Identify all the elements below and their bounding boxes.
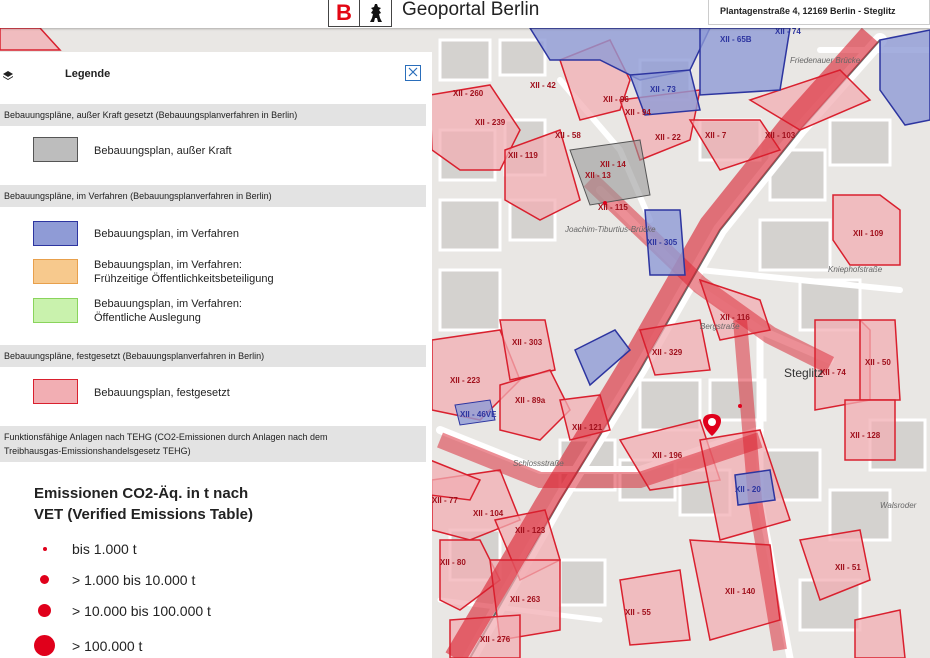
top-bar: B Geoportal Berlin Plantagenstraße 4, 12… — [0, 0, 930, 28]
map-plan-label: XII - 276 — [480, 635, 511, 644]
legend-panel: Legende Bebauungspläne, außer Kraft gese… — [0, 52, 432, 658]
map-plan-label: XII - 94 — [625, 108, 651, 117]
map-street-label: Schlossstraße — [513, 459, 564, 468]
legend-section-line: Funktionsfähige Anlagen nach TEHG (CO2-E… — [4, 432, 328, 442]
emission-class-label: > 10.000 bis 100.000 t — [72, 603, 211, 619]
map-plan-label: XII - 20 — [735, 485, 761, 494]
map-plan-label: XII - 13 — [585, 171, 611, 180]
map-street-label: Walsroder — [880, 501, 917, 510]
map-plan-label: XII - 223 — [450, 376, 481, 385]
map-plan-label: XII - 116 — [720, 313, 750, 322]
map-plan-label: XII - 123 — [515, 526, 546, 535]
map-plan-label: XII - 50 — [865, 358, 891, 367]
emission-class-label: > 1.000 bis 10.000 t — [72, 572, 196, 588]
legend-section-header: Funktionsfähige Anlagen nach TEHG (CO2-E… — [0, 426, 426, 462]
legend-swatch — [33, 221, 78, 246]
emission-dot-small — [43, 547, 47, 551]
map-plan-label: XII - 58 — [555, 131, 581, 140]
map-plan-label: XII - 140 — [725, 587, 756, 596]
map-street-label: Joachim-Tiburtius-Brücke — [564, 225, 656, 234]
legend-entry-label: Bebauungsplan, im Verfahren: Öffentliche… — [94, 297, 242, 325]
map-plan-label: XII - 260 — [453, 89, 484, 98]
legend-swatch — [33, 298, 78, 323]
close-icon — [408, 64, 418, 82]
map-plan-label: XII - 74 — [775, 27, 801, 36]
emission-dot-medium — [40, 575, 49, 584]
map-plan-label: XII - 109 — [853, 229, 884, 238]
map-street-label: Bergstraße — [700, 322, 740, 331]
legend-swatch — [33, 379, 78, 404]
map-plan-label: XII - 51 — [835, 563, 861, 572]
map-plan-label: XII - 263 — [510, 595, 541, 604]
emission-dot-xlarge — [34, 635, 55, 656]
map-plan-label: XII - 104 — [473, 509, 504, 518]
address-search[interactable]: Plantagenstraße 4, 12169 Berlin - Stegli… — [708, 0, 930, 25]
legend-title: Legende — [65, 68, 111, 80]
map-plan-label: XII - 80 — [440, 558, 466, 567]
portal-title: Geoportal Berlin — [402, 0, 540, 20]
map-plan-label: XII - 121 — [572, 423, 603, 432]
map-plan-label: XII - 42 — [530, 81, 556, 90]
map-plan-label: XII - 73 — [650, 85, 676, 94]
map-plan-label: XII - 65B — [720, 35, 752, 44]
map-street-label: Friedenauer Brücke — [790, 56, 861, 65]
emission-legend-title: Emissionen CO2-Äq. in t nach VET (Verifi… — [34, 483, 334, 525]
legend-entry-label: Bebauungsplan, festgesetzt — [94, 387, 230, 399]
map-plan-label: XII - 7 — [705, 131, 727, 140]
map-plan-label: XII - 46VE — [460, 410, 497, 419]
emission-class-label: > 100.000 t — [72, 638, 143, 654]
emission-class-label: bis 1.000 t — [72, 541, 137, 557]
legend-entry-label: Bebauungsplan, im Verfahren: Frühzeitige… — [94, 258, 274, 286]
legend-section-header: Bebauungspläne, festgesetzt (Bebauungspl… — [0, 345, 426, 367]
legend-section-header: Bebauungspläne, außer Kraft gesetzt (Beb… — [0, 104, 426, 126]
map-plan-label: XII - 74 — [820, 368, 846, 377]
berlin-logo[interactable]: B — [328, 0, 392, 27]
map-plan-label: XII - 77 — [432, 496, 458, 505]
close-button[interactable] — [405, 65, 421, 81]
map-plan-label: XII - 305 — [647, 238, 678, 247]
map-plan-label: XII - 119 — [508, 151, 538, 160]
berlin-bear-icon — [360, 0, 391, 26]
layers-icon — [3, 68, 13, 86]
map-plan-label: XII - 196 — [652, 451, 683, 460]
legend-entry-line: Öffentliche Auslegung — [94, 312, 201, 324]
legend-entry-line: Frühzeitige Öffentlichkeitsbeteiligung — [94, 273, 274, 285]
map-street-label: Kniephofstraße — [828, 265, 883, 274]
map-plan-label: XII - 303 — [512, 338, 543, 347]
legend-swatch — [33, 259, 78, 284]
legend-header: Legende — [0, 52, 432, 98]
map-plan-label: XII - 128 — [850, 431, 881, 440]
emission-dot-large — [38, 604, 51, 617]
map-plan-label: XII - 329 — [652, 348, 683, 357]
map-plan-label: XII - 115 — [598, 203, 628, 212]
legend-section-header: Bebauungspläne, im Verfahren (Bebauungsp… — [0, 185, 426, 207]
map-plan-label: XII - 239 — [475, 118, 506, 127]
map-plan-label: XII - 96 — [603, 95, 629, 104]
emission-title-line: Emissionen CO2-Äq. in t nach — [34, 485, 249, 502]
map-district-label: Steglitz — [784, 366, 823, 380]
legend-section-line: Treibhausgas-Emissionshandelsgesetz TEHG… — [4, 446, 191, 456]
map-plan-label: XII - 103 — [765, 131, 796, 140]
map-plan-label: XII - 14 — [600, 160, 626, 169]
logo-letter: B — [329, 0, 360, 26]
legend-entry-label: Bebauungsplan, außer Kraft — [94, 145, 232, 157]
map-plan-label: XII - 55 — [625, 608, 651, 617]
map-plan-label: XII - 22 — [655, 133, 681, 142]
legend-entry-label: Bebauungsplan, im Verfahren — [94, 228, 239, 240]
legend-entry-line: Bebauungsplan, im Verfahren: — [94, 298, 242, 310]
legend-swatch — [33, 137, 78, 162]
emission-title-line: VET (Verified Emissions Table) — [34, 506, 253, 523]
legend-entry-line: Bebauungsplan, im Verfahren: — [94, 259, 242, 271]
map-plan-label: XII - 89a — [515, 396, 546, 405]
